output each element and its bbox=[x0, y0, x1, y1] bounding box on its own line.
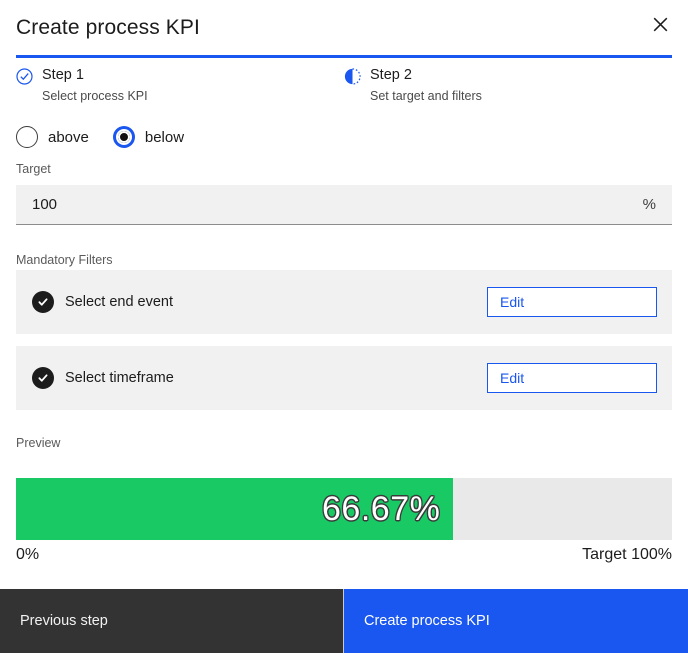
previous-step-button[interactable]: Previous step bbox=[0, 589, 344, 653]
radio-below-label: below bbox=[145, 129, 184, 146]
step-1[interactable]: Step 1 Select process KPI bbox=[16, 66, 344, 103]
check-circle-outline-icon bbox=[16, 68, 33, 85]
title-underline bbox=[16, 55, 672, 58]
mandatory-filters-label: Mandatory Filters bbox=[16, 253, 113, 267]
filter-label-end-event: Select end event bbox=[65, 294, 487, 310]
dialog-title: Create process KPI bbox=[16, 16, 200, 40]
filter-row-timeframe: Select timeframe Edit bbox=[16, 346, 672, 410]
edit-timeframe-button[interactable]: Edit bbox=[487, 363, 657, 393]
progress-target-label: Target 100% bbox=[582, 546, 672, 564]
preview-progress-bar: 66.67% bbox=[16, 478, 672, 540]
check-filled-icon bbox=[32, 367, 54, 389]
step-1-name: Step 1 bbox=[42, 67, 84, 83]
step-indicator: Step 1 Select process KPI Step 2 Set tar… bbox=[16, 66, 672, 103]
preview-label: Preview bbox=[16, 436, 60, 450]
progress-min-label: 0% bbox=[16, 546, 39, 564]
radio-above-mark bbox=[16, 126, 38, 148]
radio-option-above[interactable]: above bbox=[16, 126, 89, 148]
step-2[interactable]: Step 2 Set target and filters bbox=[344, 66, 672, 103]
close-icon[interactable] bbox=[646, 10, 674, 38]
dialog-header: Create process KPI bbox=[0, 0, 688, 56]
radio-above-label: above bbox=[48, 129, 89, 146]
percent-suffix-icon: % bbox=[643, 196, 656, 213]
target-label: Target bbox=[16, 162, 51, 176]
edit-end-event-button[interactable]: Edit bbox=[487, 287, 657, 317]
progress-fill: 66.67% bbox=[16, 478, 453, 540]
dialog-footer: Previous step Create process KPI bbox=[0, 589, 688, 653]
step-2-name: Step 2 bbox=[370, 67, 412, 83]
radio-option-below[interactable]: below bbox=[113, 126, 184, 148]
target-field[interactable]: % bbox=[16, 185, 672, 225]
filter-label-timeframe: Select timeframe bbox=[65, 370, 487, 386]
step-1-description: Select process KPI bbox=[42, 89, 148, 103]
progress-scale: 0% Target 100% bbox=[16, 546, 672, 564]
half-filled-circle-icon bbox=[344, 68, 361, 85]
create-process-kpi-button[interactable]: Create process KPI bbox=[344, 589, 688, 653]
target-input[interactable] bbox=[32, 196, 643, 213]
create-process-kpi-dialog: Create process KPI Step 1 Select process… bbox=[0, 0, 688, 653]
step-2-description: Set target and filters bbox=[370, 89, 482, 103]
filter-row-end-event: Select end event Edit bbox=[16, 270, 672, 334]
comparison-radio-group: above below bbox=[16, 126, 184, 148]
radio-below-mark bbox=[113, 126, 135, 148]
progress-value-label: 66.67% bbox=[322, 490, 440, 529]
check-filled-icon bbox=[32, 291, 54, 313]
